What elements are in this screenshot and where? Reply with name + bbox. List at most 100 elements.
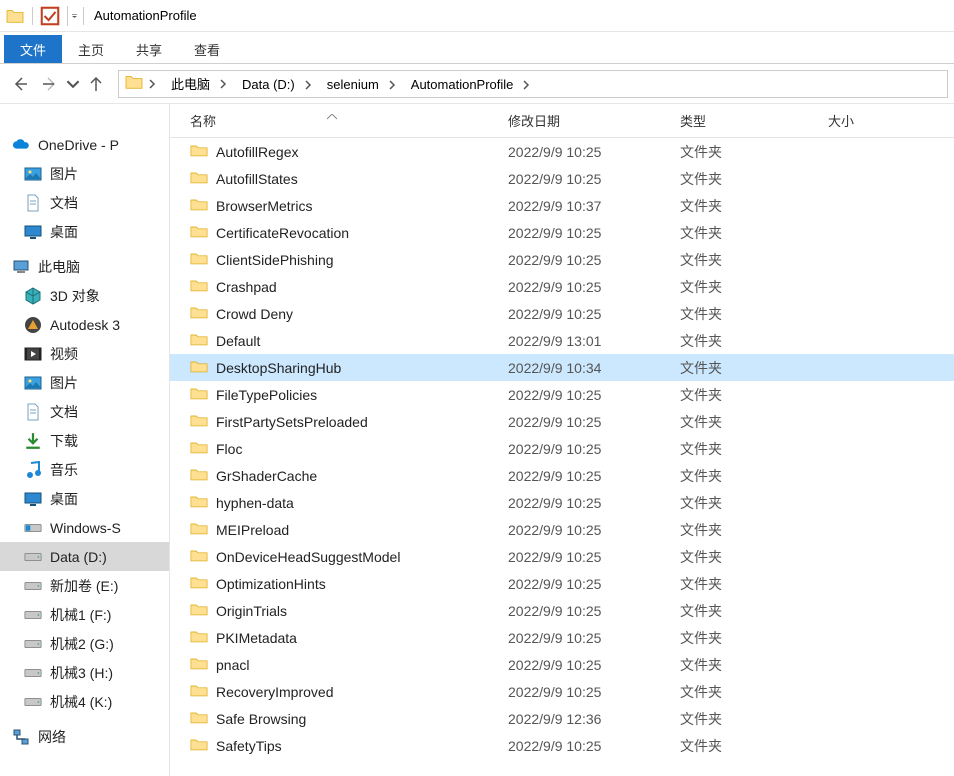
table-row[interactable]: Crowd Deny2022/9/9 10:25文件夹 (170, 300, 954, 327)
drive-icon (24, 577, 42, 595)
table-row[interactable]: Safe Browsing2022/9/9 12:36文件夹 (170, 705, 954, 732)
chevron-right-icon[interactable] (519, 80, 533, 90)
tab-0[interactable]: 主页 (62, 35, 120, 63)
nav-up-button[interactable] (82, 70, 110, 98)
cell-name: Safe Browsing (170, 705, 500, 732)
table-row[interactable]: AutofillStates2022/9/9 10:25文件夹 (170, 165, 954, 192)
table-row[interactable]: AutofillRegex2022/9/9 10:25文件夹 (170, 138, 954, 165)
chevron-right-icon[interactable] (385, 80, 399, 90)
drive-icon (24, 635, 42, 653)
cell-name: Crowd Deny (170, 300, 500, 327)
tree-item[interactable]: 机械4 (K:) (0, 687, 169, 716)
tree-item[interactable]: 桌面 (0, 484, 169, 513)
table-row[interactable]: OriginTrials2022/9/9 10:25文件夹 (170, 597, 954, 624)
table-row[interactable]: DesktopSharingHub2022/9/9 10:34文件夹 (170, 354, 954, 381)
breadcrumb-item[interactable]: 此电脑 (163, 74, 234, 93)
tree-item-label: Data (D:) (50, 549, 107, 565)
table-row[interactable]: OptimizationHints2022/9/9 10:25文件夹 (170, 570, 954, 597)
column-header-date[interactable]: 修改日期 (500, 104, 672, 137)
column-header-size[interactable]: 大小 (820, 104, 940, 137)
file-name: AutofillStates (216, 171, 298, 187)
tree-item-label: 机械4 (K:) (50, 692, 112, 712)
table-row[interactable]: hyphen-data2022/9/9 10:25文件夹 (170, 489, 954, 516)
cell-type: 文件夹 (672, 624, 820, 651)
column-header-name[interactable]: 名称 (170, 104, 500, 137)
folder-icon (190, 386, 208, 404)
navigation-tree[interactable]: OneDrive - P图片文档桌面此电脑3D 对象Autodesk 3视频图片… (0, 104, 170, 776)
table-row[interactable]: PKIMetadata2022/9/9 10:25文件夹 (170, 624, 954, 651)
tree-item[interactable]: 机械1 (F:) (0, 600, 169, 629)
table-row[interactable]: Default2022/9/9 13:01文件夹 (170, 327, 954, 354)
cell-date: 2022/9/9 10:25 (500, 246, 672, 273)
qat-properties-icon[interactable] (39, 6, 61, 26)
folder-icon (190, 170, 208, 188)
tree-item-label: 图片 (50, 164, 78, 184)
table-row[interactable]: SafetyTips2022/9/9 10:25文件夹 (170, 732, 954, 759)
chevron-right-icon[interactable] (216, 79, 230, 89)
cell-type: 文件夹 (672, 138, 820, 165)
table-row[interactable]: FirstPartySetsPreloaded2022/9/9 10:25文件夹 (170, 408, 954, 435)
tree-item[interactable]: 视频 (0, 339, 169, 368)
qat-dropdown-icon[interactable] (67, 6, 77, 26)
tree-item[interactable]: 3D 对象 (0, 281, 169, 310)
cell-name: OptimizationHints (170, 570, 500, 597)
downloads-icon (24, 432, 42, 450)
column-header-type[interactable]: 类型 (672, 104, 820, 137)
tree-item[interactable]: 文档 (0, 188, 169, 217)
tree-item[interactable]: Windows-S (0, 513, 169, 542)
table-row[interactable]: pnacl2022/9/9 10:25文件夹 (170, 651, 954, 678)
chevron-right-icon[interactable] (301, 80, 315, 90)
address-bar[interactable]: 此电脑Data (D:)seleniumAutomationProfile (118, 70, 948, 98)
breadcrumb-root-icon[interactable] (121, 71, 163, 97)
table-row[interactable]: RecoveryImproved2022/9/9 10:25文件夹 (170, 678, 954, 705)
table-row[interactable]: OnDeviceHeadSuggestModel2022/9/9 10:25文件… (170, 543, 954, 570)
table-row[interactable]: BrowserMetrics2022/9/9 10:37文件夹 (170, 192, 954, 219)
tree-item[interactable]: 图片 (0, 159, 169, 188)
cell-name: Crashpad (170, 273, 500, 300)
tab-1[interactable]: 共享 (120, 35, 178, 63)
tree-item-thispc[interactable]: 此电脑 (0, 252, 169, 281)
cell-date: 2022/9/9 10:37 (500, 192, 672, 219)
table-row[interactable]: CertificateRevocation2022/9/9 10:25文件夹 (170, 219, 954, 246)
divider (83, 7, 84, 25)
tree-item[interactable]: Data (D:) (0, 542, 169, 571)
table-row[interactable]: Floc2022/9/9 10:25文件夹 (170, 435, 954, 462)
folder-icon (190, 737, 208, 755)
file-name: hyphen-data (216, 495, 294, 511)
tree-item[interactable]: 图片 (0, 368, 169, 397)
nav-forward-button[interactable] (36, 70, 64, 98)
tree-item-onedrive[interactable]: OneDrive - P (0, 130, 169, 159)
breadcrumb-item[interactable]: AutomationProfile (403, 77, 538, 92)
tree-item[interactable]: 下载 (0, 426, 169, 455)
file-name: Floc (216, 441, 242, 457)
tree-item[interactable]: 机械3 (H:) (0, 658, 169, 687)
table-row[interactable]: MEIPreload2022/9/9 10:25文件夹 (170, 516, 954, 543)
breadcrumb-item[interactable]: selenium (319, 77, 403, 92)
tab-file[interactable]: 文件 (4, 35, 62, 63)
tree-item-network[interactable]: 网络 (0, 722, 169, 751)
tree-item[interactable]: 新加卷 (E:) (0, 571, 169, 600)
breadcrumb-item[interactable]: Data (D:) (234, 77, 319, 92)
cell-name: FirstPartySetsPreloaded (170, 408, 500, 435)
folder-icon (190, 359, 208, 377)
cell-name: AutofillRegex (170, 138, 500, 165)
tree-item[interactable]: Autodesk 3 (0, 310, 169, 339)
table-row[interactable]: ClientSidePhishing2022/9/9 10:25文件夹 (170, 246, 954, 273)
nav-recent-dropdown[interactable] (66, 70, 80, 98)
table-row[interactable]: FileTypePolicies2022/9/9 10:25文件夹 (170, 381, 954, 408)
tab-2[interactable]: 查看 (178, 35, 236, 63)
tree-item[interactable]: 音乐 (0, 455, 169, 484)
file-name: Default (216, 333, 260, 349)
cell-date: 2022/9/9 10:25 (500, 570, 672, 597)
tree-item[interactable]: 机械2 (G:) (0, 629, 169, 658)
tree-item[interactable]: 桌面 (0, 217, 169, 246)
file-name: ClientSidePhishing (216, 252, 334, 268)
table-row[interactable]: Crashpad2022/9/9 10:25文件夹 (170, 273, 954, 300)
tree-item[interactable]: 文档 (0, 397, 169, 426)
cell-type: 文件夹 (672, 543, 820, 570)
chevron-right-icon[interactable] (145, 71, 159, 97)
pictures-icon (24, 374, 42, 392)
table-row[interactable]: GrShaderCache2022/9/9 10:25文件夹 (170, 462, 954, 489)
music-icon (24, 461, 42, 479)
nav-back-button[interactable] (6, 70, 34, 98)
